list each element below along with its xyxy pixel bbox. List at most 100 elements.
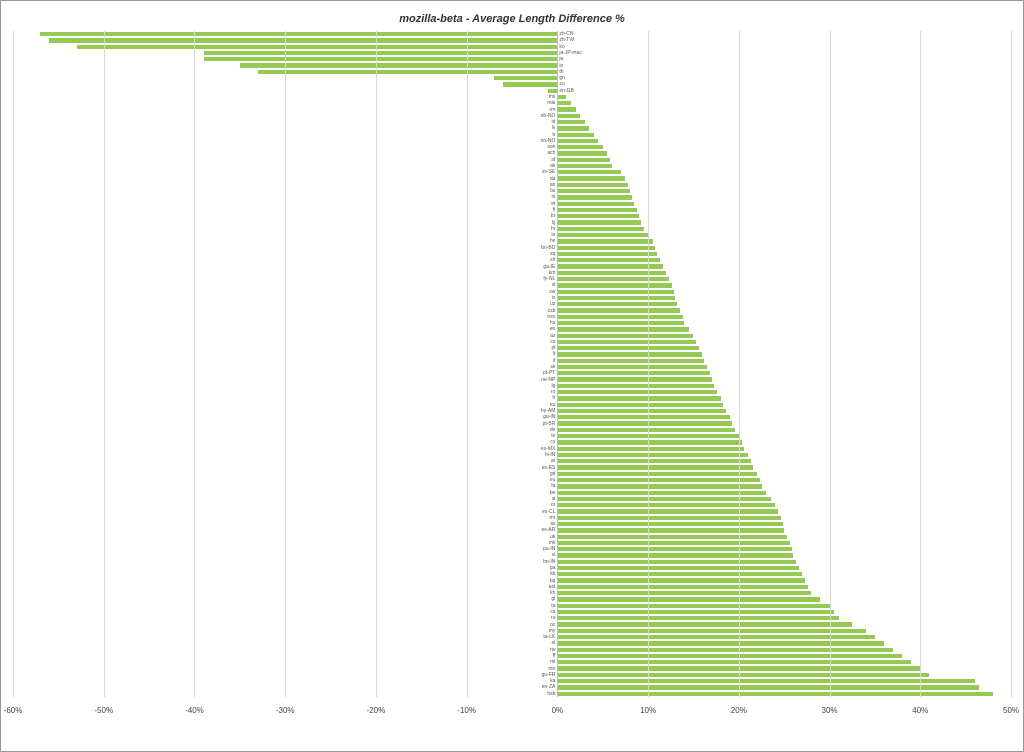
- bar-label: ar: [551, 458, 555, 464]
- bar-label: ja-JP-mac: [559, 50, 582, 56]
- bar-label: kk: [550, 571, 555, 577]
- bar-label: ro: [551, 389, 555, 395]
- bar: [204, 51, 558, 55]
- bar-label: eu: [550, 477, 556, 483]
- bar: [557, 509, 777, 513]
- bar: [240, 63, 558, 67]
- bar: [557, 453, 748, 457]
- bar: [557, 641, 884, 645]
- bar: [49, 38, 557, 42]
- bar-label: eo: [550, 326, 556, 332]
- bar-label: pt-BR: [543, 421, 556, 427]
- bar: [557, 264, 662, 268]
- bar-label: zu: [559, 81, 564, 87]
- bar: [557, 202, 634, 206]
- gridline: [376, 31, 377, 697]
- bar-label: son: [547, 144, 555, 150]
- bar: [557, 478, 759, 482]
- bar-label: gu-IN: [543, 414, 555, 420]
- bar-label: es-AR: [541, 527, 555, 533]
- bar-label: sw: [549, 289, 555, 295]
- bar-label: ta-LK: [543, 634, 555, 640]
- bar: [557, 516, 780, 520]
- bars-layer: zh-CNzh-TWkoja-JP-macjalothgnzuen-GBmsma…: [13, 31, 1011, 697]
- bar-label: bn-BD: [541, 245, 555, 251]
- gridline: [104, 31, 105, 697]
- bar-label: he: [550, 238, 556, 244]
- bar-label: vi: [552, 552, 556, 558]
- bar: [503, 82, 557, 86]
- bar: [557, 195, 631, 199]
- bar-label: kn: [550, 590, 555, 596]
- bar-label: lg: [551, 383, 555, 389]
- bar: [557, 616, 838, 620]
- bar: [557, 371, 709, 375]
- bar: [557, 541, 789, 545]
- bar: [557, 208, 637, 212]
- bar-label: ach: [547, 150, 555, 156]
- bar: [557, 396, 720, 400]
- x-tick-label: -30%: [276, 706, 295, 715]
- gridline: [920, 31, 921, 697]
- bar-label: xh: [550, 257, 555, 263]
- bar-label: ja: [559, 56, 563, 62]
- bar: [557, 440, 741, 444]
- bar-label: or: [551, 502, 555, 508]
- bar-label: ne-NP: [541, 377, 555, 383]
- bar-label: mk: [549, 540, 556, 546]
- bar-label: gd: [550, 471, 556, 477]
- bar: [557, 334, 693, 338]
- bar-label: de: [550, 427, 556, 433]
- bar-label: ms: [549, 94, 556, 100]
- bar: [557, 403, 723, 407]
- bar-label: nb-NO: [541, 113, 556, 119]
- bar-label: si: [552, 496, 556, 502]
- bar-label: fy-NL: [543, 276, 555, 282]
- bar: [557, 604, 829, 608]
- bar-label: ml: [550, 659, 555, 665]
- bar-label: af: [551, 157, 555, 163]
- bar-label: hu: [550, 320, 556, 326]
- x-tick-label: -20%: [367, 706, 386, 715]
- bar-label: et: [551, 201, 555, 207]
- bar-label: el: [551, 640, 555, 646]
- bar: [557, 610, 834, 614]
- bar: [557, 271, 666, 275]
- bar-label: rw: [550, 647, 555, 653]
- bar: [557, 352, 701, 356]
- bar: [557, 340, 696, 344]
- bar: [557, 158, 610, 162]
- bar-label: be: [550, 490, 556, 496]
- bar: [557, 465, 753, 469]
- x-tick-label: -10%: [457, 706, 476, 715]
- bar-label: ca: [550, 609, 555, 615]
- bar-label: csb: [548, 308, 556, 314]
- bar-label: ast: [549, 584, 556, 590]
- bar-label: nl: [551, 194, 555, 200]
- bar-label: nso: [547, 314, 555, 320]
- gridline: [1011, 31, 1012, 697]
- bar-label: te: [551, 433, 555, 439]
- bar-label: hy-AM: [541, 408, 555, 414]
- bar: [557, 484, 762, 488]
- bar: [557, 296, 675, 300]
- bar-label: cs: [550, 339, 555, 345]
- bar-label: nn-NO: [541, 138, 556, 144]
- bar-label: pl: [551, 345, 555, 351]
- bar-label: fr: [552, 395, 555, 401]
- bar-label: cy: [550, 439, 555, 445]
- bar: [557, 648, 893, 652]
- bar: [557, 535, 787, 539]
- bar-label: ga: [550, 565, 556, 571]
- bar-label: uz: [550, 301, 555, 307]
- bar: [557, 114, 580, 118]
- bar: [557, 629, 865, 633]
- bar: [557, 220, 640, 224]
- bar: [557, 459, 750, 463]
- bar-label: gu-FR: [541, 672, 555, 678]
- bar: [557, 189, 630, 193]
- bar-label: pt-PT: [543, 370, 555, 376]
- bar: [557, 428, 735, 432]
- bar-label: lt: [553, 351, 556, 357]
- bar: [557, 277, 669, 281]
